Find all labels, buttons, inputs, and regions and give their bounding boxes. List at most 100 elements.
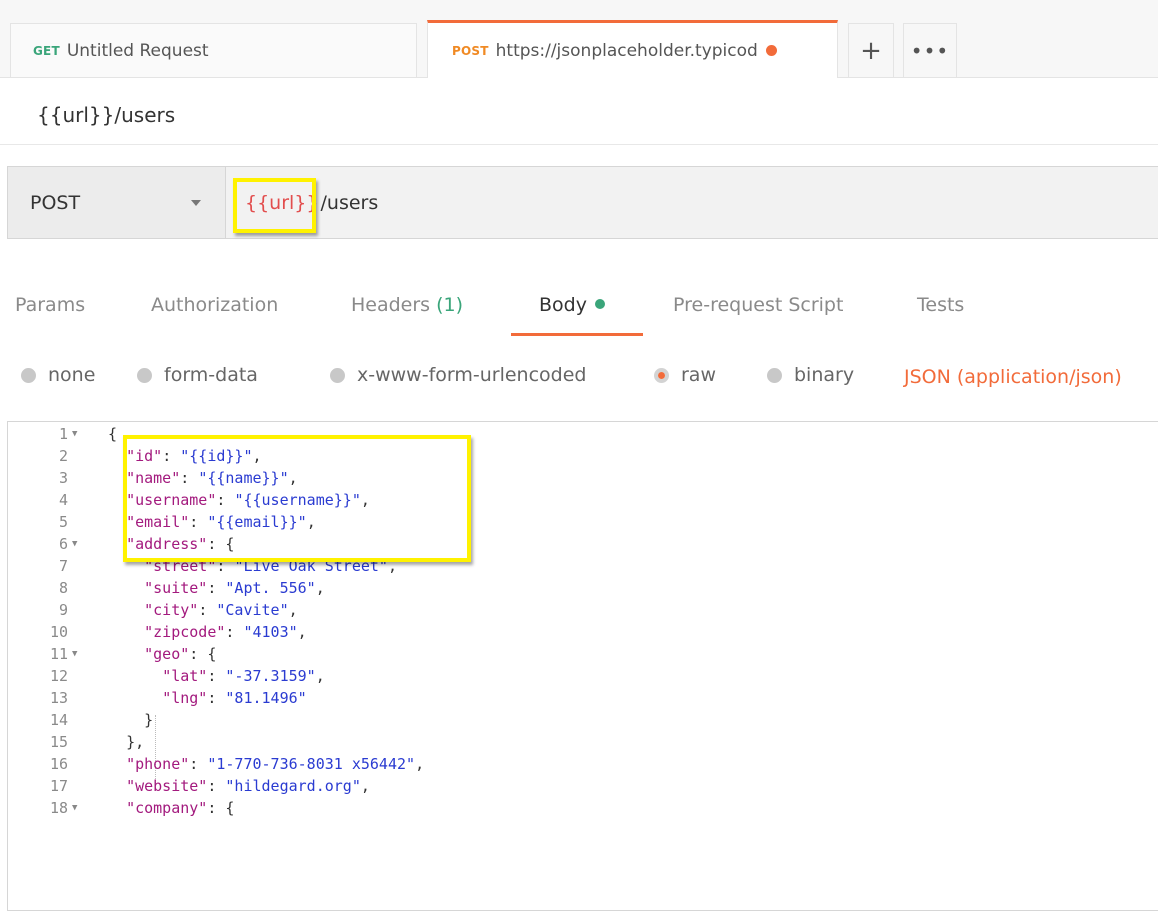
line-number: 1 [58, 425, 68, 443]
json-key: "company" [126, 799, 208, 817]
code-text: "website": "hildegard.org", [108, 775, 370, 797]
content-type-dropdown[interactable]: JSON (application/json) [904, 366, 1122, 388]
method-dropdown[interactable]: POST [8, 167, 226, 238]
line-number: 12 [49, 667, 68, 685]
fold-arrow-icon[interactable]: ▼ [72, 797, 77, 819]
json-punctuation: } [144, 711, 154, 729]
json-value: "hildegard.org" [225, 777, 361, 795]
line-number: 10 [49, 623, 68, 641]
json-punctuation: { [207, 645, 217, 663]
tab-pre-request-script[interactable]: Pre-request Script [673, 294, 843, 316]
json-key: "city" [144, 601, 199, 619]
code-line: 15 }, [8, 731, 1158, 753]
new-tab-button[interactable]: + [848, 23, 894, 77]
radio-label: binary [794, 364, 855, 386]
radio-label: form-data [164, 364, 258, 386]
json-punctuation: , [297, 623, 307, 641]
tab-headers-label: Headers [351, 294, 431, 316]
json-colon: : [189, 645, 208, 663]
ellipsis-icon: ••• [910, 38, 950, 63]
code-text: "company": { [108, 797, 234, 819]
json-punctuation: , [315, 579, 325, 597]
code-text: "geo": { [108, 643, 216, 665]
tab-post-request[interactable]: POST https://jsonplaceholder.typicod [427, 20, 838, 78]
line-number: 18 [49, 799, 68, 817]
template-fields-highlight-box [123, 435, 471, 562]
fold-arrow-icon[interactable]: ▼ [72, 643, 77, 665]
url-input[interactable]: {{url}}/users [226, 167, 1158, 238]
more-tabs-button[interactable]: ••• [903, 23, 957, 77]
tab-untitled-request[interactable]: GET Untitled Request [10, 23, 417, 77]
json-value: "1-770-736-8031 x56442" [207, 755, 416, 773]
radio-form-data[interactable]: form-data [137, 364, 258, 386]
request-name: {{url}}/users [37, 103, 176, 127]
radio-circle-icon [21, 367, 36, 383]
json-value: "-37.3159" [225, 667, 316, 685]
tab-body[interactable]: Body [539, 294, 605, 316]
code-line: 11 ▼ "geo": { [8, 643, 1158, 665]
radio-x-www-form-urlencoded[interactable]: x-www-form-urlencoded [330, 364, 586, 386]
code-line: 16 "phone": "1-770-736-8031 x56442", [8, 753, 1158, 775]
line-number: 11 [49, 645, 68, 663]
line-number: 16 [49, 755, 68, 773]
json-punctuation: , [288, 601, 298, 619]
tab-params[interactable]: Params [15, 294, 85, 316]
json-value: "Apt. 556" [225, 579, 316, 597]
tab-headers[interactable]: Headers (1) [351, 294, 463, 316]
json-colon: : [207, 579, 226, 597]
json-punctuation: { [225, 799, 235, 817]
tab-authorization[interactable]: Authorization [151, 294, 278, 316]
tab-label: Untitled Request [66, 40, 209, 61]
url-variable-highlight-box [233, 178, 316, 233]
radio-binary[interactable]: binary [767, 364, 854, 386]
tab-label: https://jsonplaceholder.typicod [495, 40, 758, 61]
json-colon: : [207, 689, 226, 707]
unsaved-dot-icon [765, 45, 777, 56]
code-text: "city": "Cavite", [108, 599, 298, 621]
json-value: "Cavite" [216, 601, 289, 619]
tab-tests[interactable]: Tests [917, 294, 964, 316]
code-line: 17 "website": "hildegard.org", [8, 775, 1158, 797]
request-tab-bar: GET Untitled Request POST https://jsonpl… [0, 0, 1158, 78]
code-line: 8 "suite": "Apt. 556", [8, 577, 1158, 599]
line-number: 9 [58, 601, 68, 619]
json-key: "phone" [126, 755, 190, 773]
line-number: 2 [58, 447, 68, 465]
json-key: "suite" [144, 579, 208, 597]
code-text: "lat": "-37.3159", [108, 665, 325, 687]
line-number: 8 [58, 579, 68, 597]
json-key: "geo" [144, 645, 190, 663]
code-text: { [108, 423, 117, 445]
radio-circle-icon [330, 367, 345, 383]
radio-circle-icon [137, 367, 152, 383]
fold-arrow-icon[interactable]: ▼ [72, 533, 77, 555]
request-config-tabs: Params Authorization Headers (1) Body Pr… [0, 286, 1158, 336]
code-line: 14 } [8, 709, 1158, 731]
code-text: "lng": "81.1496" [108, 687, 307, 709]
url-path: /users [320, 191, 379, 214]
json-colon: : [207, 799, 226, 817]
line-number: 17 [49, 777, 68, 795]
radio-none[interactable]: none [21, 364, 95, 386]
fold-arrow-icon[interactable]: ▼ [72, 423, 77, 445]
json-key: "zipcode" [144, 623, 226, 641]
line-number: 6 [58, 535, 68, 553]
json-punctuation: { [108, 425, 118, 443]
json-punctuation: , [360, 777, 370, 795]
radio-raw[interactable]: raw [654, 364, 716, 386]
json-key: "lat" [162, 667, 208, 685]
json-value: "81.1496" [225, 689, 307, 707]
radio-label: none [48, 364, 96, 386]
line-number: 15 [49, 733, 68, 751]
json-colon: : [207, 777, 226, 795]
body-indicator-icon [594, 299, 605, 309]
json-colon: : [189, 755, 208, 773]
